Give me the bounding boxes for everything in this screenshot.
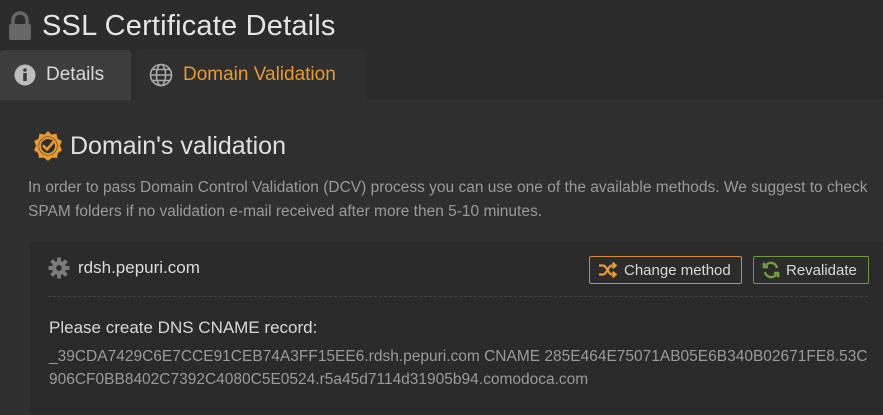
section-title: Domain's validation [70,131,286,160]
page-title: SSL Certificate Details [42,9,336,42]
dns-cname-record: _39CDA7429C6E7CCE91CEB74A3FF15EE6.rdsh.p… [49,348,868,388]
revalidate-label: Revalidate [786,261,857,279]
section-header: Domain's validation [32,130,286,162]
lock-icon [9,11,31,40]
shuffle-icon [599,262,617,278]
divider [48,296,868,297]
tab-bar: Details Domain Validation [0,50,367,100]
tab-domain-validation-label: Domain Validation [183,64,336,85]
section-description: In order to pass Domain Control Validati… [28,179,868,220]
badge-check-icon [34,131,62,161]
dns-instruction: Please create DNS CNAME record: [49,318,318,337]
refresh-icon [762,261,780,279]
page-header: SSL Certificate Details [8,6,336,46]
domain-name: rdsh.pepuri.com [78,258,200,277]
globe-icon [149,63,173,87]
tab-domain-validation[interactable]: Domain Validation [135,50,367,100]
change-method-label: Change method [624,261,731,279]
gear-icon [48,257,70,279]
change-method-button[interactable]: Change method [589,256,742,284]
domain-row: rdsh.pepuri.com [48,257,200,279]
tab-details-label: Details [46,64,105,85]
info-icon [14,64,36,86]
revalidate-button[interactable]: Revalidate [753,256,869,284]
tab-details[interactable]: Details [0,50,131,100]
